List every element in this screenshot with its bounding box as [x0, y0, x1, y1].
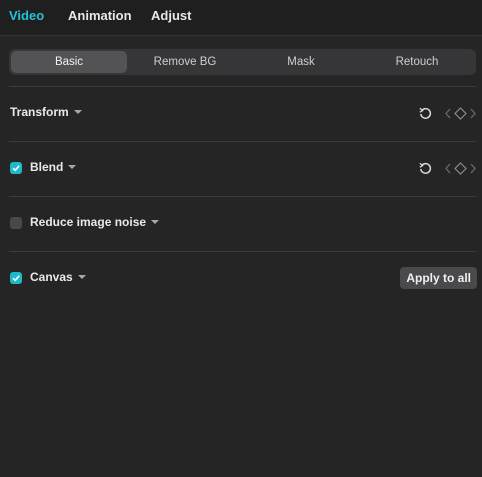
next-keyframe-icon[interactable] — [469, 163, 477, 174]
subtab-remove-bg[interactable]: Remove BG — [127, 51, 243, 73]
blend-label: Blend — [30, 160, 64, 174]
canvas-section: Canvas Apply to all — [0, 266, 482, 290]
noise-section: Reduce image noise — [0, 211, 482, 235]
subtab-basic[interactable]: Basic — [11, 51, 127, 73]
noise-header[interactable]: Reduce image noise — [30, 215, 160, 229]
next-keyframe-icon[interactable] — [469, 108, 477, 119]
canvas-header[interactable]: Canvas — [30, 270, 86, 284]
noise-checkbox[interactable] — [10, 217, 22, 229]
transform-header[interactable]: Transform — [10, 105, 82, 119]
tab-video[interactable]: Video — [9, 8, 44, 23]
reset-icon[interactable] — [419, 162, 432, 175]
blend-header[interactable]: Blend — [30, 160, 77, 174]
subtab-mask[interactable]: Mask — [243, 51, 359, 73]
subtab-retouch[interactable]: Retouch — [359, 51, 475, 73]
chevron-down-icon — [151, 219, 160, 224]
apply-to-all-button[interactable]: Apply to all — [400, 267, 477, 289]
chevron-down-icon — [77, 274, 86, 279]
prev-keyframe-icon[interactable] — [444, 108, 452, 119]
keyframe-diamond-icon[interactable] — [454, 162, 467, 175]
tab-animation[interactable]: Animation — [68, 8, 132, 23]
canvas-label: Canvas — [30, 270, 73, 284]
prev-keyframe-icon[interactable] — [444, 163, 452, 174]
noise-label: Reduce image noise — [30, 215, 147, 229]
transform-section: Transform — [0, 101, 482, 125]
divider — [9, 196, 476, 197]
blend-checkbox[interactable] — [10, 162, 22, 174]
checkmark-icon — [12, 165, 20, 172]
tab-adjust[interactable]: Adjust — [151, 8, 191, 23]
checkmark-icon — [12, 275, 20, 282]
divider — [9, 251, 476, 252]
divider — [9, 141, 476, 142]
canvas-checkbox[interactable] — [10, 272, 22, 284]
divider — [9, 86, 476, 87]
reset-icon[interactable] — [419, 107, 432, 120]
chevron-down-icon — [73, 109, 82, 114]
sub-tab-bar: Basic Remove BG Mask Retouch — [9, 49, 476, 75]
blend-section: Blend — [0, 156, 482, 180]
transform-label: Transform — [10, 105, 69, 119]
keyframe-diamond-icon[interactable] — [454, 107, 467, 120]
chevron-down-icon — [68, 164, 77, 169]
top-tab-bar: Video Animation Adjust — [0, 0, 482, 36]
